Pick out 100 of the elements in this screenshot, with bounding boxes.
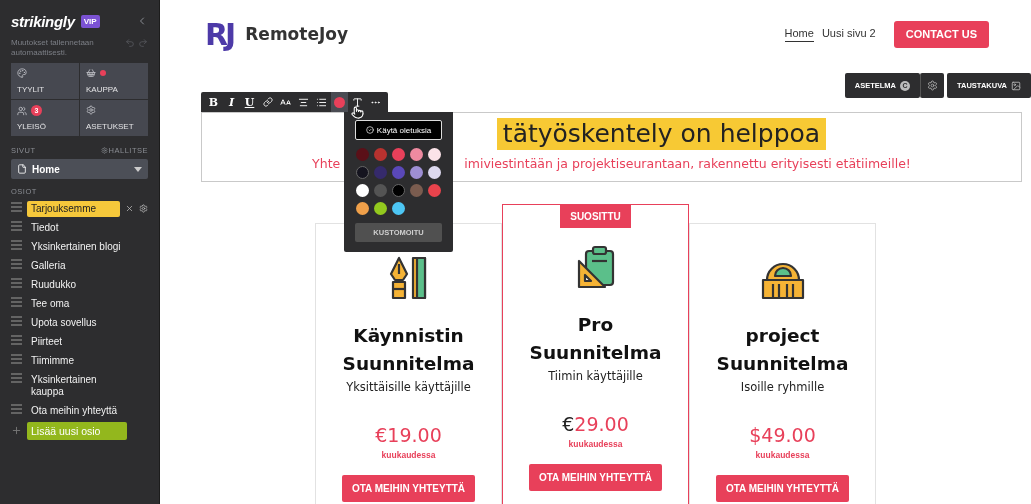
page-select[interactable]: Home — [11, 159, 148, 179]
section-item[interactable]: Tee oma — [27, 296, 131, 312]
color-swatch[interactable] — [428, 148, 441, 161]
list-icon — [316, 96, 327, 108]
font-size-icon — [280, 96, 291, 108]
drag-handle-icon[interactable] — [11, 316, 22, 326]
subtitle-text: Yhte — [312, 156, 341, 171]
drag-handle-icon[interactable] — [11, 202, 22, 212]
drag-handle-icon[interactable] — [11, 240, 22, 250]
hand-cursor-icon — [351, 106, 364, 119]
autosave-note: Muutokset tallennetaan automaattisesti. — [11, 38, 95, 58]
section-item[interactable]: Ruudukko — [27, 277, 131, 293]
section-item[interactable]: Tarjouksemme — [27, 201, 120, 217]
section-item[interactable]: Galleria — [27, 258, 131, 274]
text-color-button[interactable] — [331, 92, 348, 112]
format-button[interactable]: I — [223, 92, 240, 112]
section-item[interactable]: Upota sovellus — [27, 315, 131, 331]
billing-period: kuukaudessa — [568, 439, 623, 449]
color-swatch[interactable] — [410, 184, 423, 197]
tile-icon — [17, 68, 27, 78]
plus-icon — [11, 425, 22, 436]
color-swatch[interactable] — [356, 166, 369, 179]
plan-drawing-icon — [575, 245, 616, 289]
contact-button[interactable]: OTA MEIHIN YHTEYTTÄ — [342, 475, 475, 502]
tile-icon — [86, 68, 96, 78]
drag-handle-icon[interactable] — [11, 278, 22, 288]
align-center-icon — [298, 96, 309, 108]
brand-logo[interactable]: RJ — [205, 16, 234, 52]
billing-period: kuukaudessa — [755, 450, 810, 460]
headline: tätyöskentely on helppoa — [496, 118, 827, 150]
section-item[interactable]: Yksinkertainen blogi — [27, 239, 131, 255]
color-swatch[interactable] — [392, 148, 405, 161]
sidebar-tile[interactable]: ASETUKSET — [80, 100, 148, 136]
contact-button[interactable]: OTA MEIHIN YHTEYTTÄ — [716, 475, 849, 502]
nav-link[interactable]: Uusi sivu 2 — [821, 26, 876, 42]
image-icon — [1011, 80, 1021, 91]
drag-handle-icon[interactable] — [11, 297, 22, 307]
color-swatch[interactable] — [392, 184, 405, 197]
text-style-icon — [352, 96, 363, 108]
plan-subtitle: Isoille ryhmille — [740, 380, 825, 394]
popular-ribbon: SUOSITTU — [560, 205, 631, 228]
contact-button[interactable]: CONTACT US — [893, 20, 989, 48]
settings-icon[interactable] — [139, 204, 148, 213]
plan-title: Pro Suunnitelma — [528, 313, 663, 365]
contact-button[interactable]: OTA MEIHIN YHTEYTTÄ — [529, 464, 662, 491]
link-icon — [262, 97, 273, 107]
nav-link[interactable]: Home — [784, 26, 814, 42]
color-swatch[interactable] — [410, 166, 423, 179]
drag-handle-icon[interactable] — [11, 354, 22, 364]
file-icon — [17, 164, 27, 174]
color-swatch[interactable] — [410, 148, 423, 161]
color-swatch[interactable] — [392, 202, 405, 215]
check-circle-icon — [365, 126, 374, 134]
format-button[interactable]: B — [205, 92, 222, 112]
color-swatch[interactable] — [374, 166, 387, 179]
subtitle-text: imiviestintään ja projektiseurantaan, rakennettu erityisesti etätiimeille! — [464, 156, 911, 171]
section-item[interactable]: Tiimimme — [27, 353, 131, 369]
tile-icon — [86, 105, 96, 115]
settings-icon — [927, 80, 938, 91]
color-swatch[interactable] — [392, 166, 405, 179]
close-icon[interactable] — [125, 204, 134, 213]
sidebar-tile[interactable]: KAUPPA — [80, 63, 148, 99]
settings-button[interactable] — [920, 73, 944, 98]
strikingly-logo: strikingly — [11, 12, 75, 30]
plan-drawing-icon — [388, 256, 429, 300]
plan-price: €19.00 — [375, 424, 442, 446]
drag-handle-icon[interactable] — [11, 221, 22, 231]
color-swatch[interactable] — [356, 184, 369, 197]
section-item[interactable]: Ota meihin yhteyttä — [27, 403, 131, 419]
redo-icon[interactable] — [138, 38, 148, 48]
drag-handle-icon[interactable] — [11, 373, 22, 383]
drag-handle-icon[interactable] — [11, 335, 22, 345]
format-button[interactable]: U — [241, 92, 258, 112]
color-swatch[interactable] — [374, 148, 387, 161]
plan-badge: VIP — [80, 14, 100, 28]
color-swatch[interactable] — [428, 166, 441, 179]
sidebar-tile[interactable]: TYYLIT — [11, 63, 79, 99]
section-item[interactable]: Yksinkertainen kauppa — [27, 372, 131, 400]
color-swatch[interactable] — [374, 202, 387, 215]
tile-icon — [17, 105, 27, 116]
section-item[interactable]: Piirteet — [27, 334, 131, 350]
gear-icon — [100, 147, 108, 154]
plan-price: $49.00 — [749, 424, 816, 446]
plan-price: €29.00 — [562, 413, 629, 435]
color-swatch[interactable] — [356, 148, 369, 161]
plan-subtitle: Yksittäisille käyttäjille — [346, 380, 471, 394]
plan-subtitle: Tiimin käyttäjille — [548, 369, 643, 383]
color-swatch[interactable] — [374, 184, 387, 197]
use-defaults-button[interactable]: Käytä oletuksia — [355, 120, 442, 140]
plan-title: project Suunnitelma — [715, 324, 850, 376]
billing-period: kuukaudessa — [381, 450, 436, 460]
section-item[interactable]: Tiedot — [27, 220, 131, 236]
undo-icon[interactable] — [125, 38, 135, 48]
brand-name: RemoteJoy — [245, 24, 350, 44]
drag-handle-icon[interactable] — [11, 259, 22, 269]
color-swatch[interactable] — [428, 184, 441, 197]
plan-title: Käynnistin Suunnitelma — [341, 324, 476, 376]
caret-icon — [134, 166, 142, 172]
drag-handle-icon[interactable] — [11, 404, 22, 414]
color-swatch[interactable] — [356, 202, 369, 215]
